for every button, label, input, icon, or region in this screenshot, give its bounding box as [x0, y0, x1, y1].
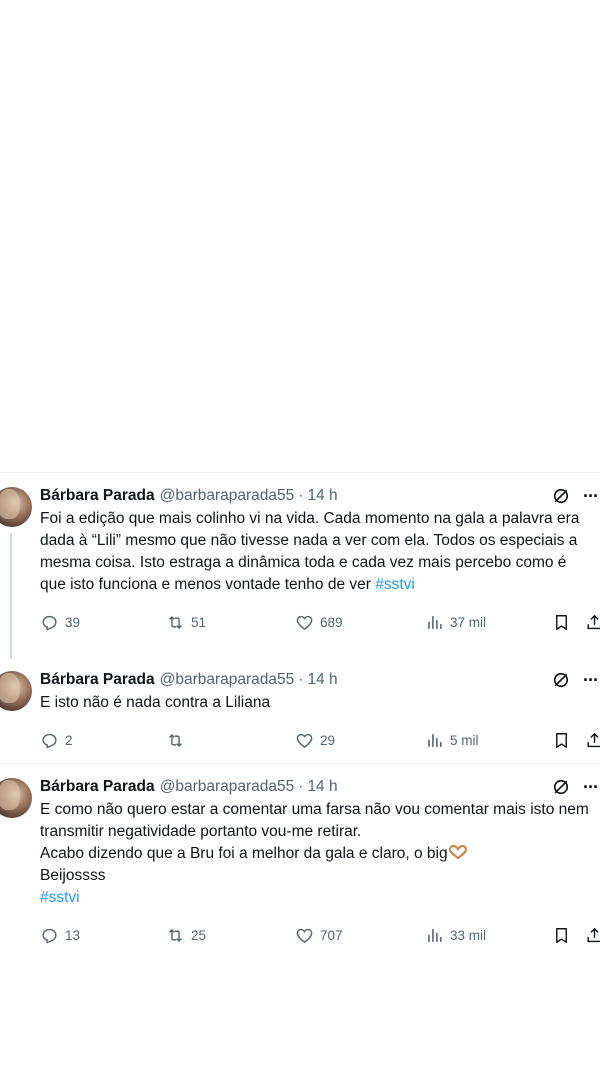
reply-icon — [42, 733, 57, 748]
tweet-text: E isto não é nada contra a Liliana — [40, 694, 271, 711]
tweet-actions: 13 25 707 33 mil — [40, 915, 600, 955]
like-button[interactable]: 707 — [295, 915, 343, 955]
bookmark-button[interactable] — [552, 915, 577, 955]
reply-icon — [42, 928, 57, 943]
reply-button[interactable]: 2 — [40, 720, 73, 760]
tweet-header: Bárbara Parada @barbaraparada55 · 14 h — [40, 669, 600, 691]
grok-icon[interactable] — [551, 670, 571, 690]
views-icon — [428, 733, 442, 747]
reply-icon — [42, 615, 57, 630]
tweet-text-signoff: Beijossss — [40, 867, 106, 884]
author-name[interactable]: Bárbara Parada — [40, 487, 155, 505]
avatar-column — [0, 671, 32, 711]
avatar[interactable] — [0, 487, 32, 527]
more-icon[interactable]: ··· — [583, 486, 599, 507]
reply-button[interactable]: 39 — [40, 602, 80, 642]
tweet-text-body: E como não quero estar a comentar uma fa… — [40, 801, 589, 862]
tweet-text: E como não quero estar a comentar uma fa… — [40, 799, 600, 909]
share-button[interactable] — [585, 602, 600, 642]
like-button[interactable]: 689 — [295, 602, 343, 642]
tweet-3[interactable]: Bárbara Parada @barbaraparada55 · 14 h ·… — [0, 764, 600, 955]
author-handle[interactable]: @barbaraparada55 — [160, 671, 295, 689]
more-icon[interactable]: ··· — [583, 670, 599, 691]
retweet-button[interactable]: 51 — [166, 602, 206, 642]
bookmark-icon — [556, 927, 567, 943]
tweet-header: Bárbara Parada @barbaraparada55 · 14 h — [40, 776, 600, 798]
like-count: 689 — [320, 614, 343, 630]
tweet-actions: 2 29 5 mil — [40, 720, 600, 760]
share-button[interactable] — [585, 720, 600, 760]
like-button[interactable]: 29 — [295, 720, 335, 760]
tweet-1[interactable]: Bárbara Parada @barbaraparada55 · 14 h ·… — [0, 473, 600, 659]
grok-icon[interactable] — [551, 486, 571, 506]
thread-connector-line — [10, 533, 12, 659]
tweet-2[interactable]: Bárbara Parada @barbaraparada55 · 14 h ·… — [0, 657, 600, 763]
retweet-button[interactable]: 25 — [166, 915, 206, 955]
hashtag-link[interactable]: #sstvi — [40, 889, 80, 906]
like-count: 29 — [320, 732, 336, 748]
views-button[interactable]: 5 mil — [425, 720, 479, 760]
timestamp[interactable]: 14 h — [307, 671, 337, 689]
tweet-actions: 39 51 689 37 mil — [40, 602, 600, 642]
views-button[interactable]: 37 mil — [425, 602, 486, 642]
avatar[interactable] — [0, 671, 32, 711]
retweet-button[interactable] — [166, 720, 191, 760]
tweet-thread: Bárbara Parada @barbaraparada55 · 14 h ·… — [0, 472, 600, 955]
heart-hands-emoji — [448, 845, 467, 859]
bookmark-button[interactable] — [552, 720, 577, 760]
separator: · — [298, 671, 304, 688]
more-icon[interactable]: ··· — [583, 777, 599, 798]
tweet-text-body: Foi a edição que mais colinho vi na vida… — [40, 510, 584, 593]
author-handle[interactable]: @barbaraparada55 — [160, 487, 295, 505]
separator: · — [298, 487, 304, 504]
views-count: 37 mil — [450, 614, 487, 630]
heart-icon — [296, 928, 313, 943]
timestamp[interactable]: 14 h — [307, 778, 337, 796]
share-icon — [587, 732, 600, 747]
views-icon — [428, 928, 442, 942]
tweet-text: Foi a edição que mais colinho vi na vida… — [40, 508, 600, 596]
author-name[interactable]: Bárbara Parada — [40, 671, 155, 689]
retweet-count: 51 — [191, 614, 207, 630]
reply-count: 2 — [65, 732, 73, 748]
author-handle[interactable]: @barbaraparada55 — [160, 778, 295, 796]
retweet-icon — [169, 733, 182, 747]
separator: · — [298, 778, 304, 795]
heart-icon — [296, 733, 313, 748]
avatar[interactable] — [0, 778, 32, 818]
retweet-icon — [169, 615, 182, 629]
retweet-count: 25 — [191, 927, 207, 943]
tweet-header: Bárbara Parada @barbaraparada55 · 14 h — [40, 485, 600, 507]
reply-count: 39 — [65, 614, 81, 630]
views-count: 33 mil — [450, 927, 487, 943]
share-icon — [587, 927, 600, 942]
retweet-icon — [169, 928, 182, 942]
avatar-column — [0, 487, 32, 527]
grok-icon[interactable] — [551, 777, 571, 797]
views-count: 5 mil — [450, 732, 479, 748]
like-count: 707 — [320, 927, 343, 943]
timestamp[interactable]: 14 h — [307, 487, 337, 505]
bookmark-icon — [556, 614, 567, 630]
bookmark-button[interactable] — [552, 602, 577, 642]
bookmark-icon — [556, 732, 567, 748]
reply-count: 13 — [65, 927, 81, 943]
reply-button[interactable]: 13 — [40, 915, 80, 955]
share-icon — [587, 614, 600, 629]
author-name[interactable]: Bárbara Parada — [40, 778, 155, 796]
share-button[interactable] — [585, 915, 600, 955]
avatar-column — [0, 778, 32, 818]
views-button[interactable]: 33 mil — [425, 915, 486, 955]
hashtag-link[interactable]: #sstvi — [375, 576, 415, 593]
views-icon — [428, 615, 442, 629]
heart-icon — [296, 615, 313, 630]
